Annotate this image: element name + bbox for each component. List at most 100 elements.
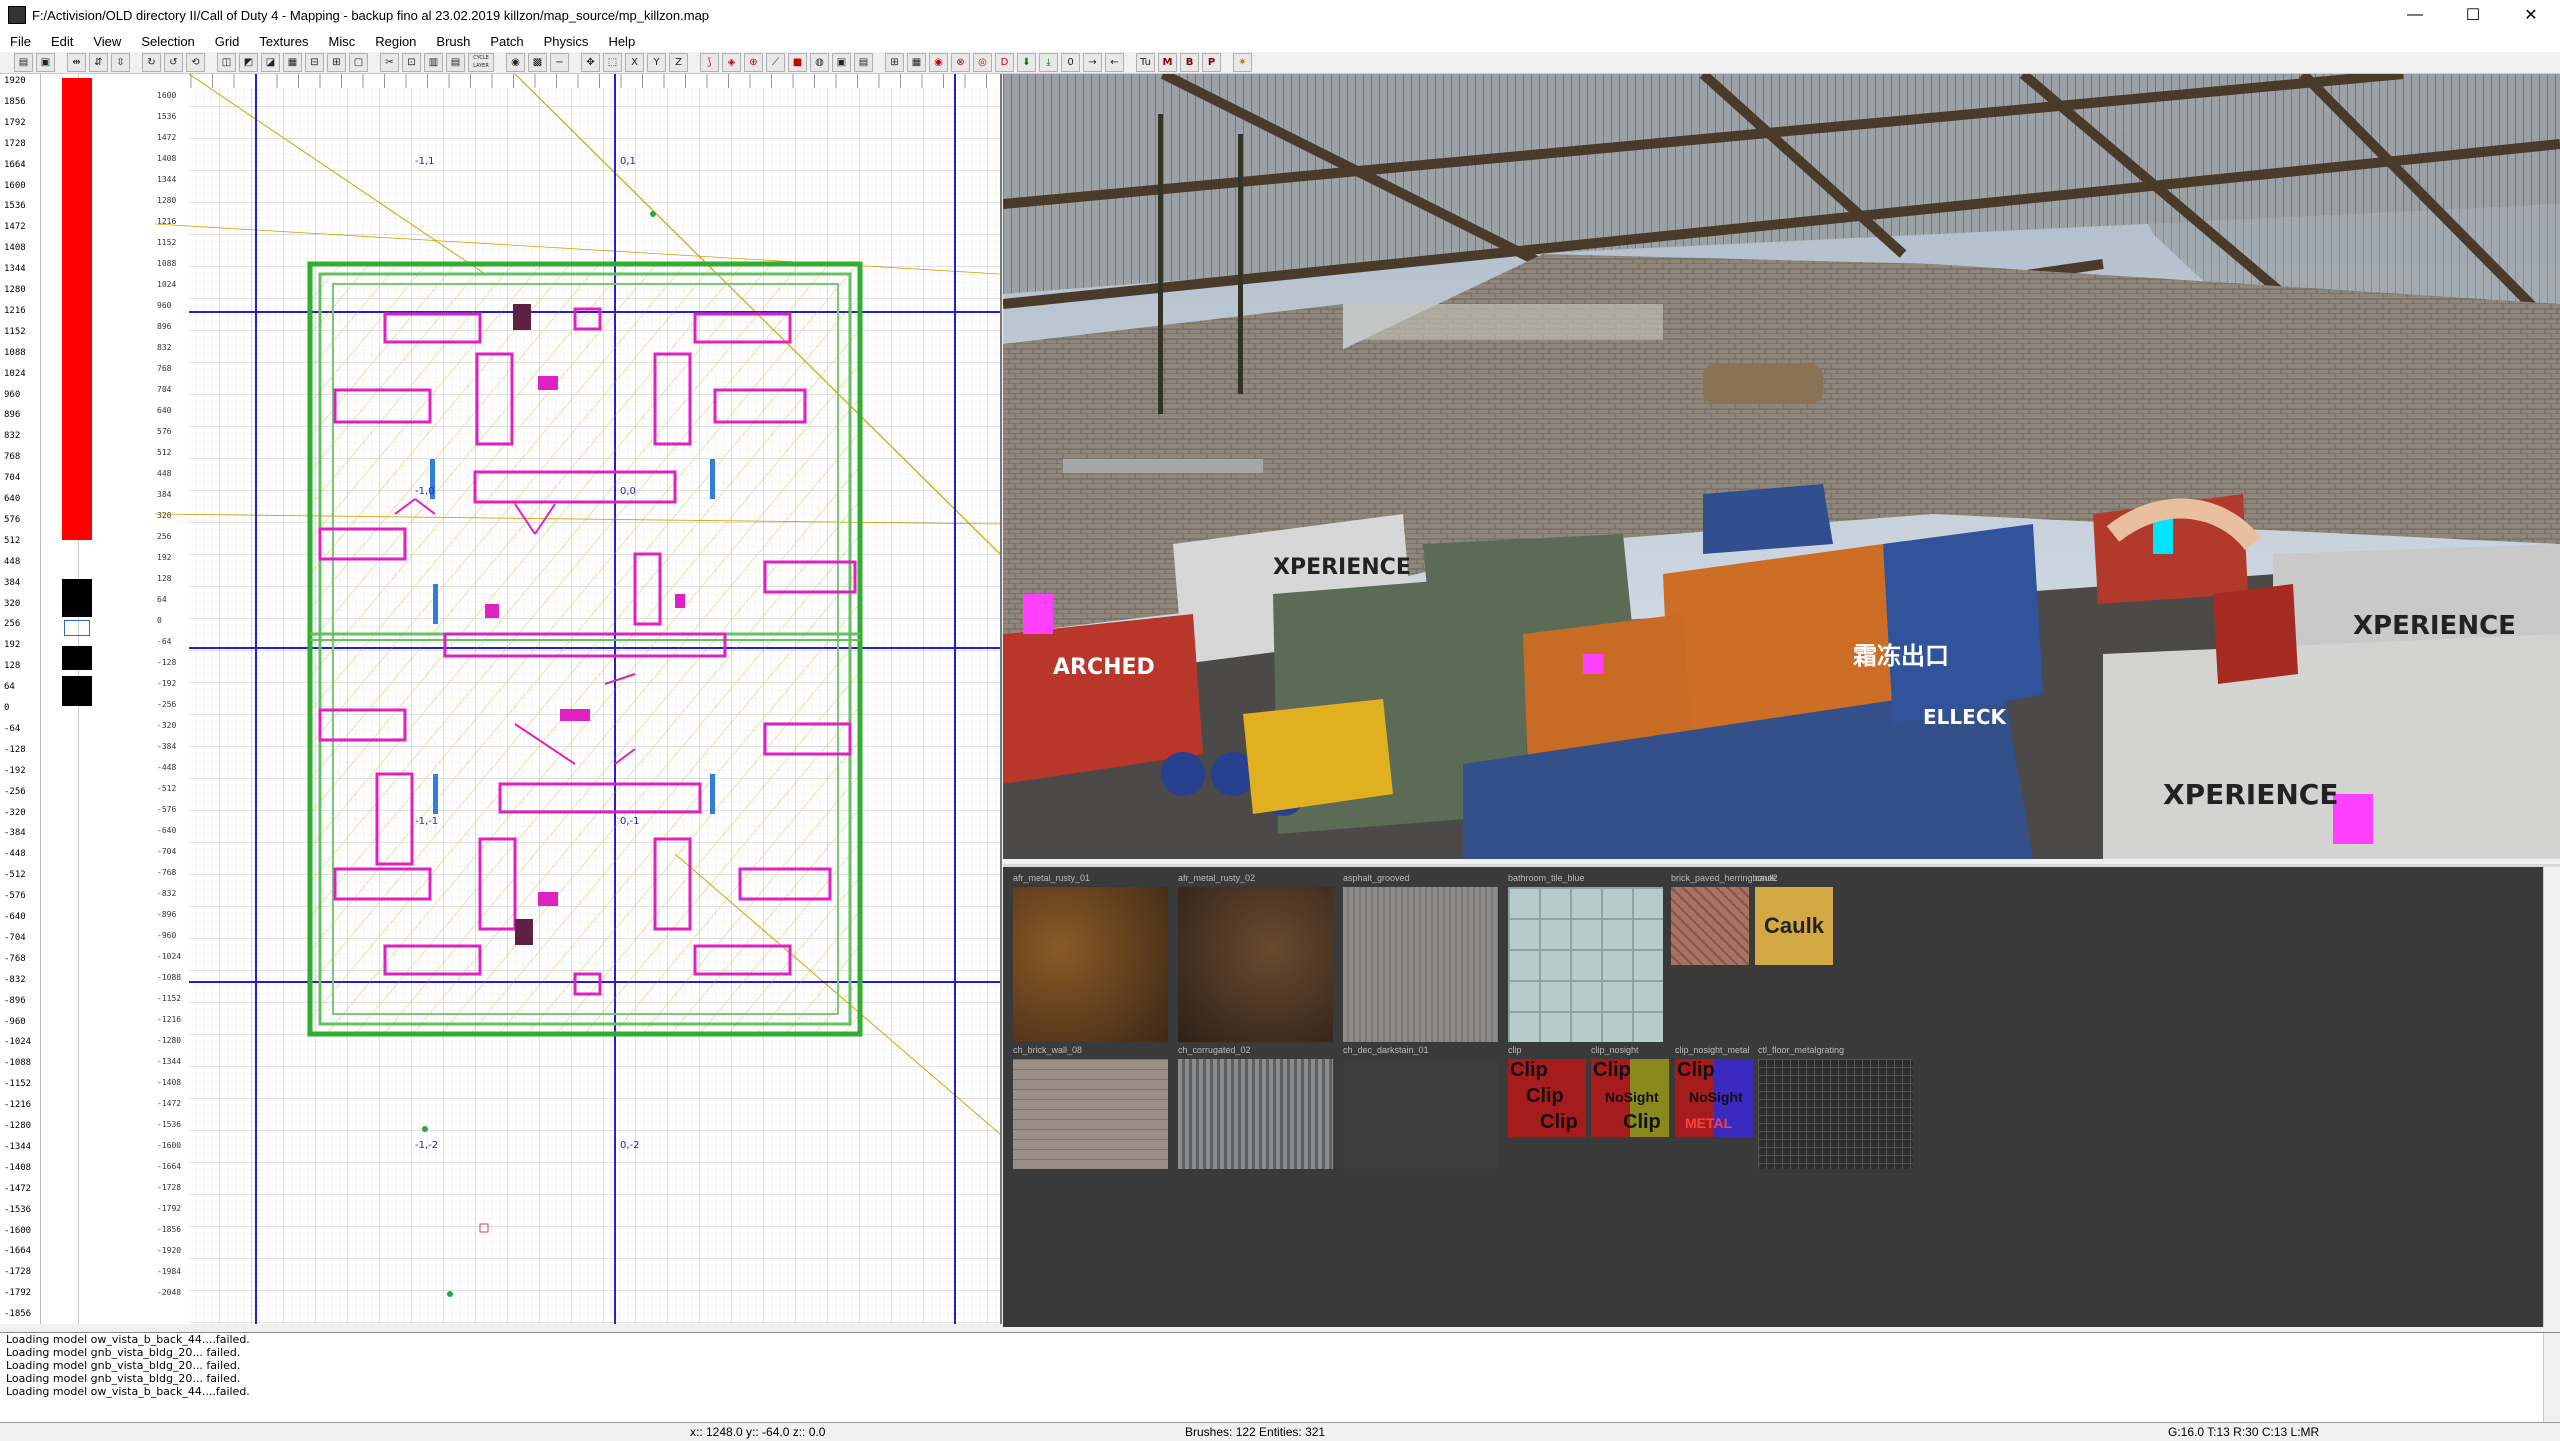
z-ruler-tick: 576 (4, 514, 21, 525)
region-label: -1,1 (415, 156, 435, 167)
toolbar-letter-m[interactable]: M (1158, 53, 1177, 72)
texture-lock-icon[interactable]: ▤ (854, 53, 873, 72)
csg-merge-icon[interactable]: ⊞ (327, 53, 346, 72)
render-mode-icon[interactable]: ◉ (929, 53, 948, 72)
scale-z-icon[interactable]: Z (669, 53, 688, 72)
open-icon[interactable]: ▤ (14, 53, 33, 72)
texture-afr-metal-rusty-01[interactable] (1013, 887, 1168, 1042)
arrow-right-icon[interactable]: → (1083, 53, 1102, 72)
z-axis-view[interactable]: 1920 1856 1792 1728 1664 1600 1536 1472 1408 1344… (0, 74, 156, 1324)
csg-subtract-icon[interactable]: ⊟ (305, 53, 324, 72)
texture-ch-dec-darkstain-01[interactable] (1343, 1059, 1498, 1169)
filter-icon[interactable]: ▦ (907, 53, 926, 72)
menu-help[interactable]: Help (598, 34, 645, 49)
z-brush-black[interactable] (62, 646, 92, 670)
texture-caulk[interactable]: Caulk (1755, 887, 1833, 965)
menu-view[interactable]: View (83, 34, 131, 49)
texture-bathroom-tile-blue[interactable] (1508, 887, 1663, 1042)
texture-afr-metal-rusty-02[interactable] (1178, 887, 1333, 1042)
menu-patch[interactable]: Patch (480, 34, 533, 49)
toolbar-letter-p[interactable]: P (1202, 53, 1221, 72)
toggle-lights-icon[interactable]: ◍ (810, 53, 829, 72)
texture-browser-scrollbar[interactable] (2543, 867, 2560, 1327)
texture-clip[interactable]: Clip Clip Clip (1508, 1059, 1586, 1137)
menu-selection[interactable]: Selection (131, 34, 204, 49)
texture-window-icon[interactable]: ▥ (424, 53, 443, 72)
console-window-icon[interactable]: ▤ (446, 53, 465, 72)
z-camera-marker[interactable] (64, 620, 90, 636)
texture-ctl-floor-metalgrating[interactable] (1758, 1059, 1913, 1169)
cycle-layer-button[interactable]: CYCLE LAYER (468, 53, 494, 72)
player-start-icon[interactable]: ◎ (973, 53, 992, 72)
redisperse-icon[interactable]: ■ (788, 53, 807, 72)
camera-icon[interactable]: ◉ (506, 53, 525, 72)
text-tool-icon[interactable]: Tu (1136, 53, 1155, 72)
menu-physics[interactable]: Physics (534, 34, 599, 49)
change-views-icon[interactable]: ⊡ (402, 53, 421, 72)
texture-clip-nosight[interactable]: Clip NoSight Clip (1591, 1059, 1669, 1137)
texture-ch-corrugated-02[interactable] (1178, 1059, 1333, 1169)
drag-vertices-icon[interactable]: ⬚ (603, 53, 622, 72)
console-scrollbar[interactable] (2543, 1333, 2560, 1422)
menu-edit[interactable]: Edit (41, 34, 83, 49)
texture-clip-nosight-metal[interactable]: Clip NoSight METAL (1675, 1059, 1753, 1137)
grid-2d-canvas[interactable]: 1600153614721408134412801216115210881024… (155, 74, 1000, 1324)
menu-region[interactable]: Region (365, 34, 426, 49)
flip-y-icon[interactable]: ⇵ (89, 53, 108, 72)
sun-icon[interactable]: ✷ (1233, 53, 1252, 72)
rotate-z-icon[interactable]: ⟲ (186, 53, 205, 72)
flip-z-icon[interactable]: ⇳ (111, 53, 130, 72)
save-icon[interactable]: ▣ (36, 53, 55, 72)
drop-to-floor-icon[interactable]: ⬇ (1017, 53, 1036, 72)
flip-x-icon[interactable]: ⇹ (67, 53, 86, 72)
menu-textures[interactable]: Textures (249, 34, 318, 49)
patch-bend-icon[interactable]: ◈ (722, 53, 741, 72)
menu-misc[interactable]: Misc (319, 34, 366, 49)
menu-file[interactable]: File (0, 34, 41, 49)
texture-browser[interactable]: afr_metal_rusty_01 afr_metal_rusty_02 as… (1003, 864, 2560, 1327)
select-complete-icon[interactable]: ◫ (217, 53, 236, 72)
grid-2d-view[interactable]: 1600 1536 1472 1408 1344 1280 1216 1152 1088 1024… (155, 74, 1002, 1324)
patch-tool-icon[interactable]: ⟆ (700, 53, 719, 72)
scale-x-icon[interactable]: X (625, 53, 644, 72)
z-brush-black[interactable] (62, 579, 92, 617)
menu-brush[interactable]: Brush (426, 34, 480, 49)
grid-icon[interactable]: ⊞ (885, 53, 904, 72)
grid-left-tick: -1216 (157, 1015, 181, 1024)
arrow-left-icon[interactable]: ← (1105, 53, 1124, 72)
z-brush-extent-red[interactable] (62, 78, 92, 540)
z-brush-black[interactable] (62, 676, 92, 706)
camera-3d-canvas[interactable]: XPERIENCE XPERIENCE XPERIENCE ARCHED 霜冻出… (1003, 74, 2560, 859)
rotate-y-icon[interactable]: ↺ (164, 53, 183, 72)
console-output[interactable]: Loading model ow_vista_b_back_44....fail… (0, 1332, 2560, 1423)
patch-insert-icon[interactable]: ⊕ (744, 53, 763, 72)
zoom-out-icon[interactable]: − (550, 53, 569, 72)
hollow-icon[interactable]: ▢ (349, 53, 368, 72)
patch-weld-icon[interactable]: ⟋ (766, 53, 785, 72)
scale-y-icon[interactable]: Y (647, 53, 666, 72)
zero-icon[interactable]: 0 (1061, 53, 1080, 72)
lighting-mode-icon[interactable]: ⊗ (951, 53, 970, 72)
grid-left-tick: 384 (157, 490, 172, 499)
move-icon[interactable]: ✥ (581, 53, 600, 72)
texture-asphalt-grooved[interactable] (1343, 887, 1498, 1042)
toolbar-separator (58, 54, 64, 71)
maximize-button[interactable]: ☐ (2444, 0, 2502, 30)
minimize-button[interactable]: — (2386, 0, 2444, 30)
entity-icon[interactable]: ▣ (832, 53, 851, 72)
preview-icon[interactable]: D (995, 53, 1014, 72)
z-ruler-ticks: 1920 1856 1792 1728 1664 1600 1536 1472 1408 1344… (0, 74, 40, 1324)
cubic-clip-icon[interactable]: ▩ (528, 53, 547, 72)
select-inside-icon[interactable]: ▦ (283, 53, 302, 72)
menu-grid[interactable]: Grid (205, 34, 250, 49)
toolbar-letter-b[interactable]: B (1180, 53, 1199, 72)
select-partial-icon[interactable]: ◪ (261, 53, 280, 72)
camera-3d-view[interactable]: XPERIENCE XPERIENCE XPERIENCE ARCHED 霜冻出… (1003, 74, 2560, 859)
close-button[interactable]: ✕ (2502, 0, 2560, 30)
clipper-icon[interactable]: ✂ (380, 53, 399, 72)
select-touching-icon[interactable]: ◩ (239, 53, 258, 72)
texture-brick-paved-herringbone2[interactable] (1671, 887, 1749, 965)
snap-icon[interactable]: ⤓ (1039, 53, 1058, 72)
texture-ch-brick-wall-08[interactable] (1013, 1059, 1168, 1169)
rotate-x-icon[interactable]: ↻ (142, 53, 161, 72)
